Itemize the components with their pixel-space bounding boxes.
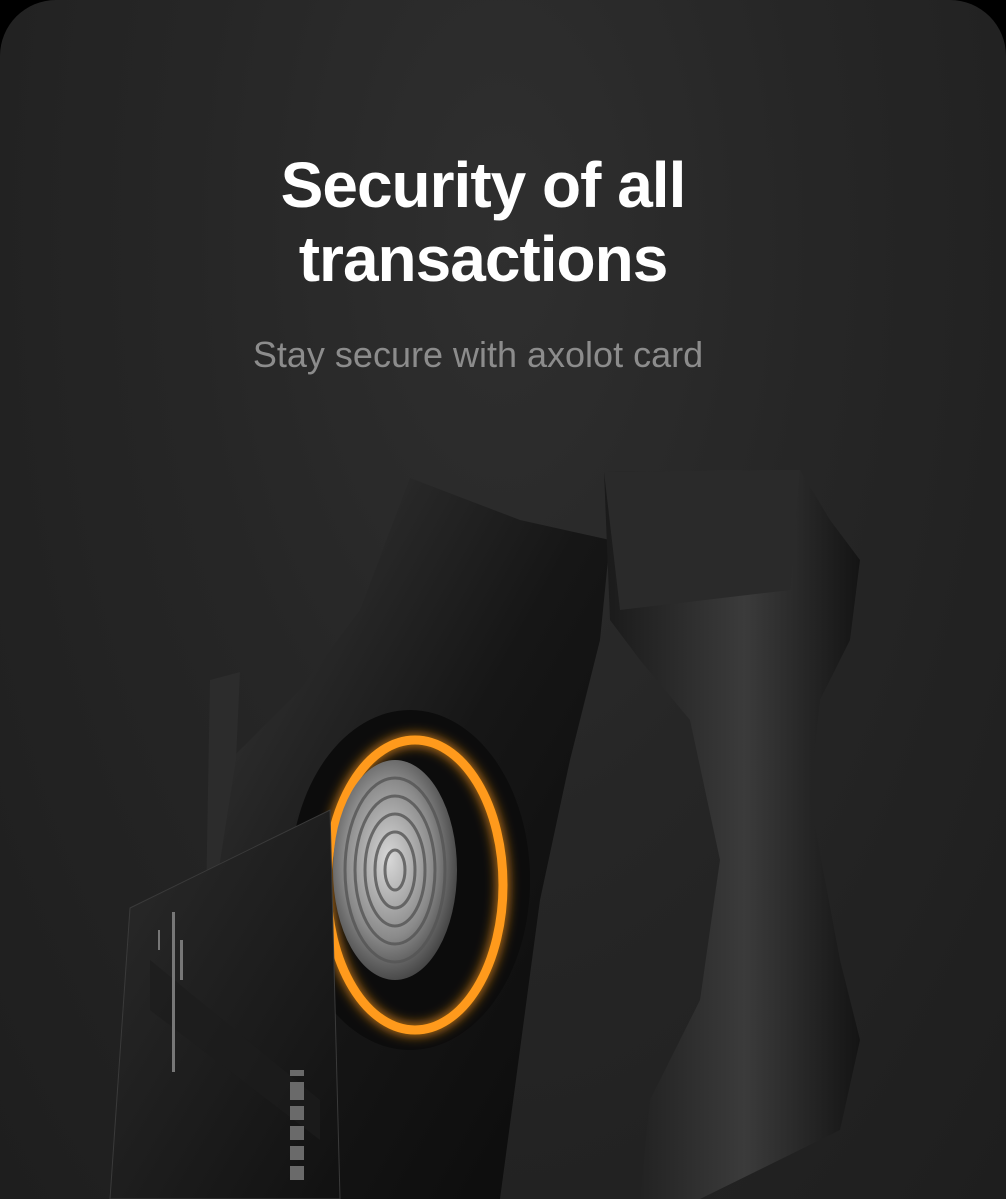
page-subtitle: Stay secure with axolot card	[252, 334, 704, 375]
page-title: Security of all transactions	[0, 148, 1006, 296]
fingerprint-pad	[333, 760, 457, 980]
onboarding-card: Security of all transactions Stay secure…	[0, 0, 1006, 1199]
title-text: Security of all transactions	[280, 149, 687, 295]
fingerprint-scanner-icon	[109, 470, 860, 1199]
axolot-card	[109, 809, 341, 1199]
